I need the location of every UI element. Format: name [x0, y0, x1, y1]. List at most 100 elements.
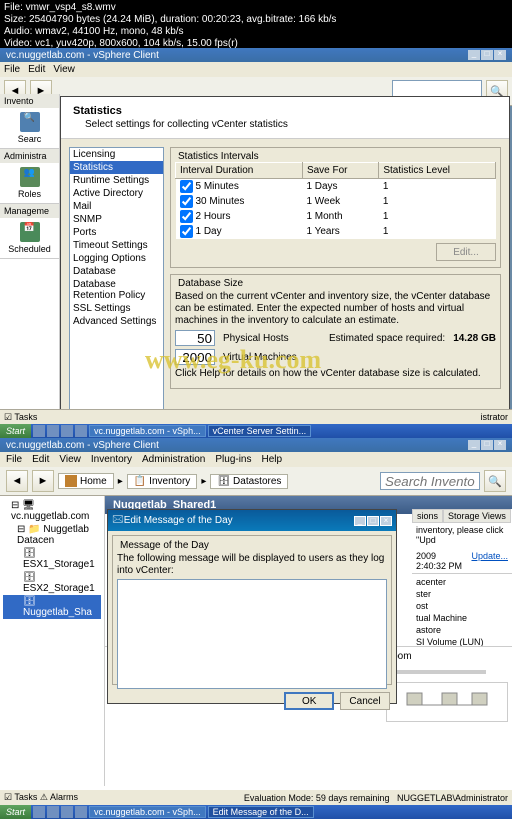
motd-titlebar[interactable]: 🖂 Edit Message of the Day _ □ ×: [108, 510, 396, 531]
category-snmp[interactable]: SNMP: [70, 213, 163, 226]
menu-edit[interactable]: Edit: [32, 454, 49, 465]
taskbar-item[interactable]: Edit Message of the D...: [208, 806, 314, 818]
category-mail[interactable]: Mail: [70, 200, 163, 213]
vms-input[interactable]: [175, 349, 215, 365]
titlebar[interactable]: vc.nuggetlab.com - vSphere Client _ □ ×: [0, 438, 512, 452]
forward-button[interactable]: ►: [32, 470, 54, 492]
interval-checkbox[interactable]: [180, 195, 193, 208]
quicklaunch-icon[interactable]: [61, 425, 73, 437]
category-runtime[interactable]: Runtime Settings: [70, 174, 163, 187]
close-button[interactable]: ×: [380, 516, 392, 526]
roles-icon: 👥: [20, 167, 40, 187]
admin-header[interactable]: Administra: [0, 149, 59, 163]
menu-file[interactable]: File: [4, 64, 20, 75]
table-row[interactable]: 1 Day1 Years1: [176, 224, 496, 239]
maximize-button[interactable]: □: [481, 50, 493, 60]
maximize-button[interactable]: □: [367, 516, 379, 526]
col-interval[interactable]: Interval Duration: [176, 163, 303, 179]
tree-node[interactable]: 🗄 ESX1_Storage1: [3, 547, 101, 571]
list-item[interactable]: astore: [416, 624, 508, 636]
settings-category-list[interactable]: Licensing Statistics Runtime Settings Ac…: [69, 147, 164, 431]
category-active-directory[interactable]: Active Directory: [70, 187, 163, 200]
search-button[interactable]: 🔍: [484, 470, 506, 492]
search-nav-item[interactable]: 🔍 Searc: [0, 108, 59, 148]
back-button[interactable]: ◄: [6, 470, 28, 492]
list-item[interactable]: ost: [416, 600, 508, 612]
category-retention[interactable]: Database Retention Policy: [70, 278, 163, 302]
tab-storage-views[interactable]: Storage Views: [443, 509, 511, 523]
category-licensing[interactable]: Licensing: [70, 148, 163, 161]
quicklaunch-icon[interactable]: [33, 806, 45, 818]
close-button[interactable]: ×: [494, 440, 506, 450]
roles-nav-item[interactable]: 👥 Roles: [0, 163, 59, 203]
menu-inventory[interactable]: Inventory: [91, 454, 132, 465]
cancel-button[interactable]: Cancel: [340, 692, 390, 710]
search-inventory-input[interactable]: [380, 472, 480, 490]
start-button[interactable]: Start: [0, 424, 31, 438]
tab-sessions[interactable]: sions: [412, 509, 443, 523]
category-statistics[interactable]: Statistics: [70, 161, 163, 174]
menu-edit[interactable]: Edit: [28, 64, 45, 75]
taskbar-item[interactable]: vc.nuggetlab.com - vSph...: [89, 425, 206, 437]
start-button[interactable]: Start: [0, 805, 31, 819]
quicklaunch-icon[interactable]: [61, 806, 73, 818]
category-timeout[interactable]: Timeout Settings: [70, 239, 163, 252]
table-row[interactable]: 5 Minutes1 Days1: [176, 179, 496, 195]
breadcrumb-datastores[interactable]: 🗄 Datastores: [210, 474, 288, 489]
menu-view[interactable]: View: [59, 454, 81, 465]
overview-map[interactable]: [386, 682, 508, 722]
interval-checkbox[interactable]: [180, 225, 193, 238]
titlebar[interactable]: vc.nuggetlab.com - vSphere Client _ □ ×: [0, 48, 512, 62]
category-database[interactable]: Database: [70, 265, 163, 278]
quicklaunch-icon[interactable]: [47, 425, 59, 437]
minimize-button[interactable]: _: [354, 516, 366, 526]
update-link[interactable]: Update...: [471, 551, 508, 571]
category-logging[interactable]: Logging Options: [70, 252, 163, 265]
close-button[interactable]: ×: [494, 50, 506, 60]
category-ports[interactable]: Ports: [70, 226, 163, 239]
quicklaunch-icon[interactable]: [75, 425, 87, 437]
maximize-button[interactable]: □: [481, 440, 493, 450]
zoom-slider[interactable]: [386, 670, 486, 674]
list-item[interactable]: tual Machine: [416, 612, 508, 624]
tree-node[interactable]: 🗄 Nuggetlab_Sha: [3, 595, 101, 619]
category-ssl[interactable]: SSL Settings: [70, 302, 163, 315]
minimize-button[interactable]: _: [468, 440, 480, 450]
interval-checkbox[interactable]: [180, 210, 193, 223]
tree-node[interactable]: ⊟ 📁 Nuggetlab Datacen: [3, 523, 101, 547]
taskbar-item[interactable]: vc.nuggetlab.com - vSph...: [89, 806, 206, 818]
tree-node[interactable]: 🗄 ESX2_Storage1: [3, 571, 101, 595]
scheduled-icon: 📅: [20, 222, 40, 242]
taskbar-item[interactable]: vCenter Server Settin...: [208, 425, 312, 437]
menu-plugins[interactable]: Plug-ins: [215, 454, 251, 465]
ok-button[interactable]: OK: [284, 692, 334, 710]
list-item[interactable]: acenter: [416, 576, 508, 588]
menu-file[interactable]: File: [6, 454, 22, 465]
menu-administration[interactable]: Administration: [142, 454, 205, 465]
table-row[interactable]: 2 Hours1 Month1: [176, 209, 496, 224]
quicklaunch-icon[interactable]: [33, 425, 45, 437]
menu-view[interactable]: View: [53, 64, 75, 75]
quicklaunch-icon[interactable]: [47, 806, 59, 818]
col-save[interactable]: Save For: [302, 163, 378, 179]
inventory-tree[interactable]: ⊟ 🖥 vc.nuggetlab.com ⊟ 📁 Nuggetlab Datac…: [0, 496, 105, 786]
home-icon: [65, 475, 77, 487]
window-title: vc.nuggetlab.com - vSphere Client: [6, 440, 159, 451]
quicklaunch-icon[interactable]: [75, 806, 87, 818]
motd-textarea[interactable]: [117, 579, 387, 689]
interval-checkbox[interactable]: [180, 180, 193, 193]
management-header[interactable]: Manageme: [0, 204, 59, 218]
list-item[interactable]: ster: [416, 588, 508, 600]
scheduled-nav-item[interactable]: 📅 Scheduled: [0, 218, 59, 258]
minimize-button[interactable]: _: [468, 50, 480, 60]
physical-hosts-input[interactable]: [175, 330, 215, 346]
tree-node[interactable]: ⊟ 🖥 vc.nuggetlab.com: [3, 499, 101, 523]
table-row[interactable]: 30 Minutes1 Week1: [176, 194, 496, 209]
edit-button[interactable]: Edit...: [436, 243, 496, 261]
inventory-header[interactable]: Invento: [0, 94, 59, 108]
breadcrumb-inventory[interactable]: 📋 Inventory: [127, 474, 198, 489]
breadcrumb-home[interactable]: Home: [58, 473, 114, 489]
category-advanced[interactable]: Advanced Settings: [70, 315, 163, 328]
menu-help[interactable]: Help: [262, 454, 283, 465]
col-level[interactable]: Statistics Level: [379, 163, 496, 179]
